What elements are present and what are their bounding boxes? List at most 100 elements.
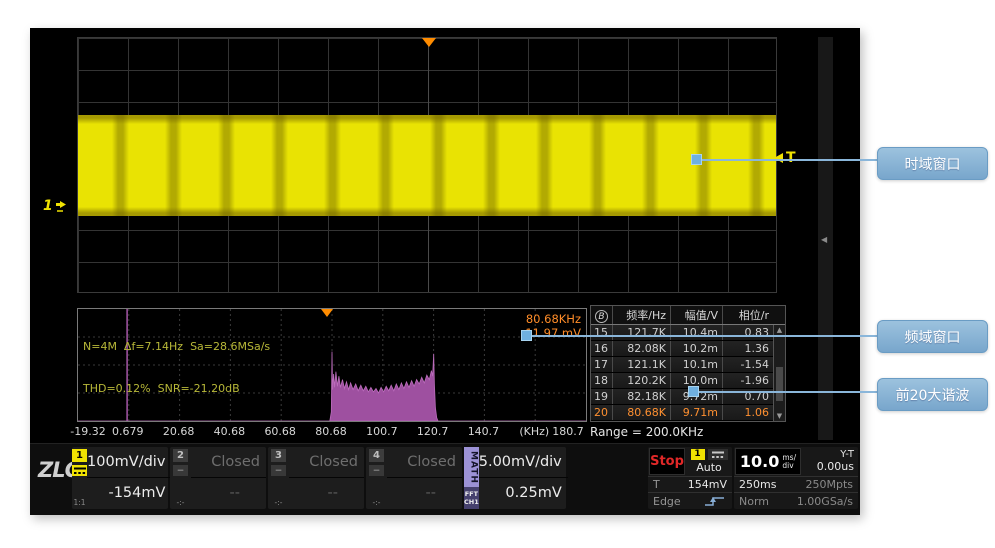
channel4-status: Closed: [387, 447, 462, 478]
channel3-offset: --: [289, 478, 364, 509]
row-index: 16: [591, 341, 613, 356]
channel3-number-badge: 3: [271, 449, 286, 462]
display-mode: Y-T: [840, 449, 854, 460]
harmonic-row[interactable]: 17 121.1K 10.1m -1.54: [591, 357, 785, 373]
fft-measurements: N=4M Δf=7.14Hz Sa=28.6MSa/s THD=0.12% SN…: [83, 312, 270, 424]
trigger-source-badge: 1: [691, 449, 705, 460]
row-amplitude: 9.71m: [671, 405, 723, 420]
trigger-delay: 0.00us: [817, 460, 854, 473]
annotated-oscilloscope-figure: 1 T ◀ N=4M Δf=7.14Hz Sa=28.6MSa/s THD=0.…: [0, 0, 995, 548]
header-amplitude: 幅值/V: [671, 306, 723, 324]
fft-axis-tick: 60.68: [258, 425, 302, 438]
timebase-scale-display[interactable]: 10.0 ms/div: [735, 448, 801, 475]
channel3-panel[interactable]: 3 − -:- Closed --: [268, 447, 364, 509]
status-bar: ZLG® 1 1:1 100mV/div -154mV 2 −: [30, 443, 860, 515]
trigger-panel[interactable]: Stop 1 Auto T 1: [648, 447, 732, 509]
channel2-probe-ratio: -:-: [177, 498, 185, 507]
trigger-level-label: T: [786, 150, 796, 166]
menu-collapse-strip[interactable]: ◀: [818, 37, 833, 440]
math-tab[interactable]: MATH: [464, 447, 479, 487]
row-phase: 1.06: [723, 405, 773, 420]
fft-position-marker[interactable]: [321, 309, 333, 317]
run-stop-state[interactable]: Stop: [649, 448, 685, 475]
channel1-scale: 100mV/div: [87, 447, 171, 478]
channel2-panel[interactable]: 2 − -:- Closed --: [170, 447, 266, 509]
trigger-level-marker[interactable]: T: [774, 150, 796, 166]
callout-time-window: 时域窗口: [877, 147, 988, 180]
channel2-badges: 2 − -:-: [170, 447, 191, 509]
trigger-position-marker[interactable]: [422, 38, 436, 47]
annotation-marker-freq: [521, 330, 532, 341]
trigger-sweep-mode: Auto: [696, 461, 722, 474]
math-badges: MATH FFT CH1: [464, 447, 479, 509]
channel1-offset: -154mV: [87, 478, 171, 509]
collapse-arrow-icon[interactable]: ◀: [821, 235, 827, 244]
row-frequency: 120.2K: [613, 373, 671, 388]
channel2-offset: --: [191, 478, 266, 509]
channel1-number-badge: 1: [72, 449, 87, 462]
fft-axis-tick: 180.7: [546, 425, 590, 438]
trigger-level-value: 154mV: [688, 478, 727, 491]
annotation-line-time: [696, 159, 877, 161]
row-amplitude: 10.1m: [671, 357, 723, 372]
harmonics-header-row: B 频率/Hz 幅值/V 相位/r: [591, 306, 785, 325]
harmonics-table[interactable]: B 频率/Hz 幅值/V 相位/r 15 121.7K 10.4m 0.83 1…: [590, 305, 786, 422]
dc-coupling-icon: [72, 465, 87, 476]
annotation-line-harmonics: [693, 391, 877, 393]
row-frequency: 82.08K: [613, 341, 671, 356]
fft-axis-tick: 20.68: [157, 425, 201, 438]
annotation-marker-harmonics: [688, 386, 699, 397]
row-phase: 0.83: [723, 325, 773, 340]
row-phase: 1.36: [723, 341, 773, 356]
ch1-marker-label: 1: [43, 198, 53, 214]
channel2-number-badge: 2: [173, 449, 188, 462]
channel2-status: Closed: [191, 447, 266, 478]
fft-window: N=4M Δf=7.14Hz Sa=28.6MSa/s THD=0.12% SN…: [77, 308, 587, 422]
channel4-panel[interactable]: 4 − -:- Closed --: [366, 447, 462, 509]
table-b-icon: B: [591, 306, 613, 324]
callout-freq-window: 频域窗口: [877, 320, 988, 353]
channel4-number-badge: 4: [369, 449, 384, 462]
scrollbar-thumb[interactable]: [776, 367, 783, 401]
fft-readout-frequency: 80.68KHz: [525, 312, 581, 326]
trigger-type: Edge: [653, 495, 681, 508]
channel3-status: Closed: [289, 447, 364, 478]
timebase-panel[interactable]: 10.0 ms/div Y-T 0.00us 250ms 250Mpts No: [734, 447, 858, 509]
fft-info-line1: N=4M Δf=7.14Hz Sa=28.6MSa/s: [83, 340, 270, 354]
row-index: 15: [591, 325, 613, 340]
scroll-up-icon[interactable]: ▲: [774, 325, 785, 335]
row-amplitude: 10.4m: [671, 325, 723, 340]
fft-axis-tick: -19.32: [66, 425, 110, 438]
scroll-down-icon[interactable]: ▼: [774, 411, 785, 421]
harmonic-row[interactable]: 15 121.7K 10.4m 0.83: [591, 325, 785, 341]
fft-info-line2: THD=0.12% SNR=-21.20dB: [83, 382, 270, 396]
ch1-ground-marker[interactable]: 1: [43, 198, 69, 214]
trigger-level-letter: T: [653, 478, 660, 491]
row-phase: -1.54: [723, 357, 773, 372]
fft-axis-tick: 80.68: [309, 425, 353, 438]
fft-readout-amplitude: 11.97 mV: [525, 326, 581, 340]
channel1-panel[interactable]: 1 1:1 100mV/div -154mV: [72, 447, 168, 509]
channel3-probe-ratio: -:-: [275, 498, 283, 507]
channel3-coupling-icon: −: [271, 465, 286, 476]
channel1-probe-ratio: 1:1: [73, 498, 85, 507]
row-index: 17: [591, 357, 613, 372]
harmonic-row[interactable]: 16 82.08K 10.2m 1.36: [591, 341, 785, 357]
row-frequency: 82.18K: [613, 389, 671, 404]
table-scrollbar[interactable]: ▲ ▼: [773, 325, 785, 421]
rising-edge-icon: [703, 495, 727, 507]
harmonic-row-selected[interactable]: 20 80.68K 9.71m 1.06: [591, 405, 785, 421]
math-panel[interactable]: MATH FFT CH1 5.00mV/div 0.25mV: [464, 447, 566, 509]
sample-rate: 1.00GSa/s: [797, 495, 853, 508]
acquire-mode: Norm: [739, 495, 769, 508]
row-frequency: 121.1K: [613, 357, 671, 372]
math-scale: 5.00mV/div: [479, 447, 568, 478]
callout-harmonics: 前20大谐波: [877, 378, 988, 411]
time-domain-window: [77, 37, 777, 293]
channel4-probe-ratio: -:-: [373, 498, 381, 507]
trigger-level-arrow-icon: [774, 153, 783, 163]
header-phase: 相位/r: [723, 306, 773, 324]
row-index: 20: [591, 405, 613, 420]
ch1-waveform: [78, 115, 776, 216]
memory-depth: 250Mpts: [805, 478, 853, 491]
